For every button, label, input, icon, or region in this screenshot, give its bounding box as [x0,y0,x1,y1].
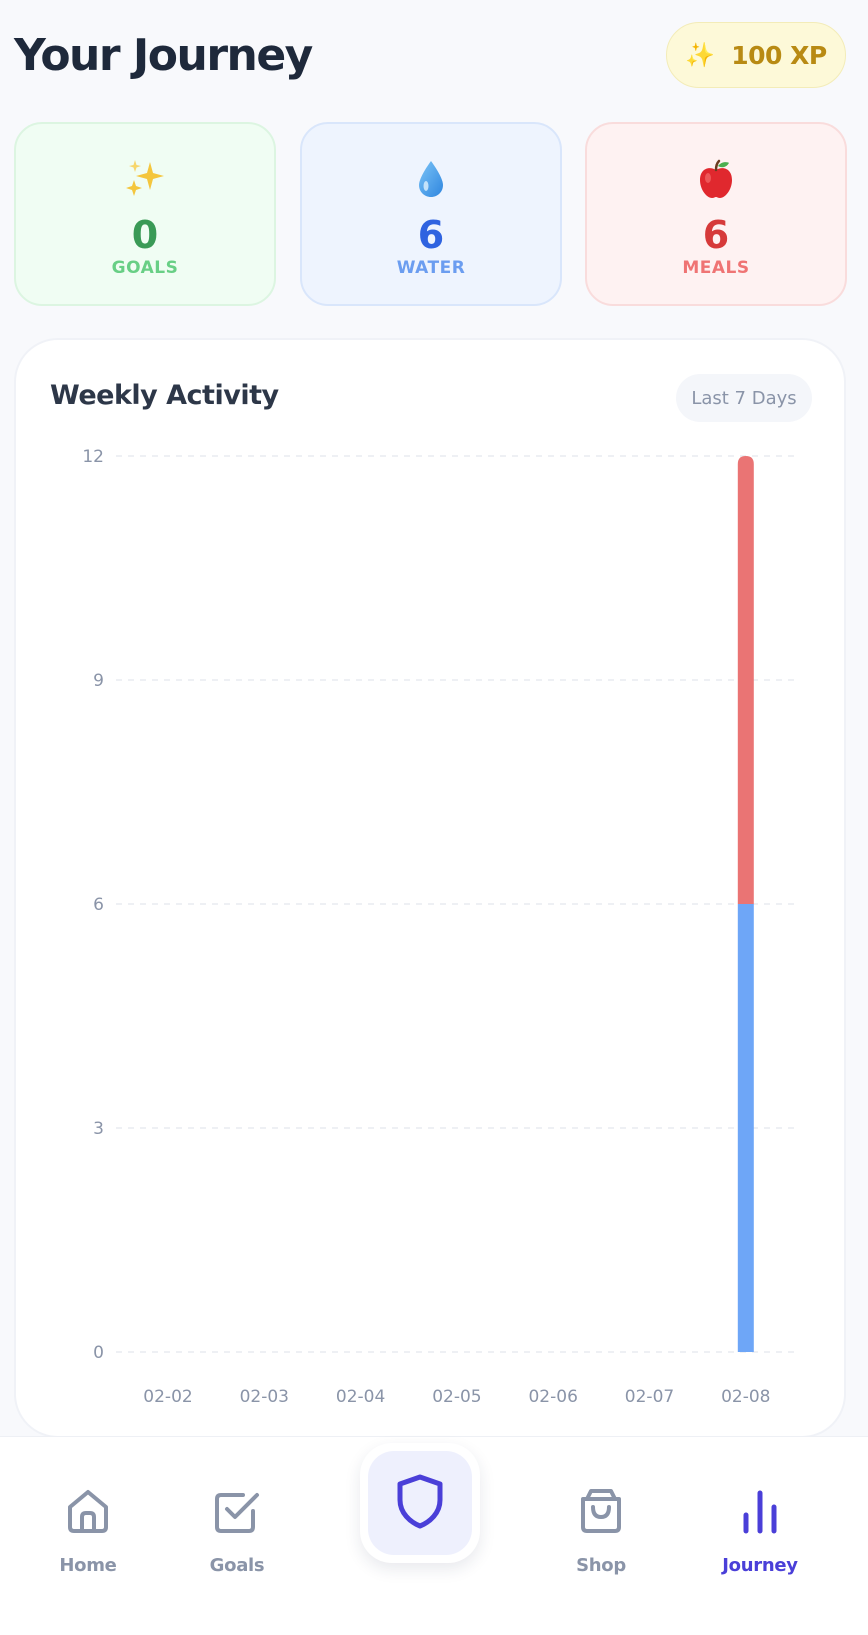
apple-icon [587,158,845,200]
page-title: Your Journey [14,30,313,81]
x-tick-label: 02-06 [528,1387,577,1407]
nav-center-shield-button[interactable] [360,1443,480,1563]
chart-bar-segment [737,904,754,1352]
bottom-nav: Home Goals Shop Journey [0,1436,868,1635]
xp-badge[interactable]: ✨ 100 XP [666,22,846,88]
nav-goals-label: Goals [209,1555,265,1576]
goals-count: 0 [131,213,159,257]
x-tick-label: 02-04 [336,1387,385,1407]
xp-label: 100 XP [731,40,827,70]
meals-stat-card[interactable]: 6 MEALS [585,122,847,306]
x-tick-label: 02-07 [625,1387,674,1407]
y-tick-label: 0 [93,1343,104,1363]
goals-label: GOALS [111,258,179,278]
bar-chart-icon [743,1490,777,1534]
chart-bar-segment [737,456,754,904]
nav-shop[interactable]: Shop [541,1437,661,1577]
water-label: WATER [396,258,466,278]
nav-goals[interactable]: Goals [177,1437,297,1577]
x-tick-label: 02-05 [432,1387,481,1407]
y-tick-label: 3 [93,1119,104,1139]
water-drop-icon [302,158,560,200]
y-tick-label: 6 [93,895,104,915]
meals-count: 6 [702,213,730,257]
nav-journey[interactable]: Journey [700,1437,820,1577]
x-tick-label: 02-03 [240,1387,289,1407]
nav-home-label: Home [59,1555,117,1576]
y-tick-label: 12 [82,447,104,467]
weekly-activity-card: Weekly Activity Last 7 Days 0 3 6 9 12 02-02 0… [14,338,846,1438]
home-icon [68,1490,108,1533]
nav-shop-label: Shop [576,1555,626,1576]
x-tick-label: 02-02 [143,1387,192,1407]
weekly-activity-chart: 0 3 6 9 12 02-02 02-03 02-04 02-05 02-06 02-07 02-0… [82,447,794,1407]
checkbox-icon [215,1493,259,1533]
sparkles-icon [16,158,274,200]
goals-stat-card[interactable]: 0 GOALS [14,122,276,306]
stats-row: 0 GOALS 6 WATER 6 MEALS [14,122,847,306]
water-stat-card[interactable]: 6 WATER [300,122,562,306]
shopping-bag-icon [581,1489,621,1533]
shield-icon [397,1474,443,1529]
page-header: Your Journey ✨ 100 XP [0,0,868,112]
nav-journey-label: Journey [722,1555,798,1576]
meals-label: MEALS [682,258,750,278]
x-tick-label: 02-08 [721,1387,770,1407]
water-count: 6 [417,213,445,257]
y-tick-label: 9 [93,671,104,691]
sparkles-icon: ✨ [685,41,716,69]
nav-home[interactable]: Home [28,1437,148,1577]
